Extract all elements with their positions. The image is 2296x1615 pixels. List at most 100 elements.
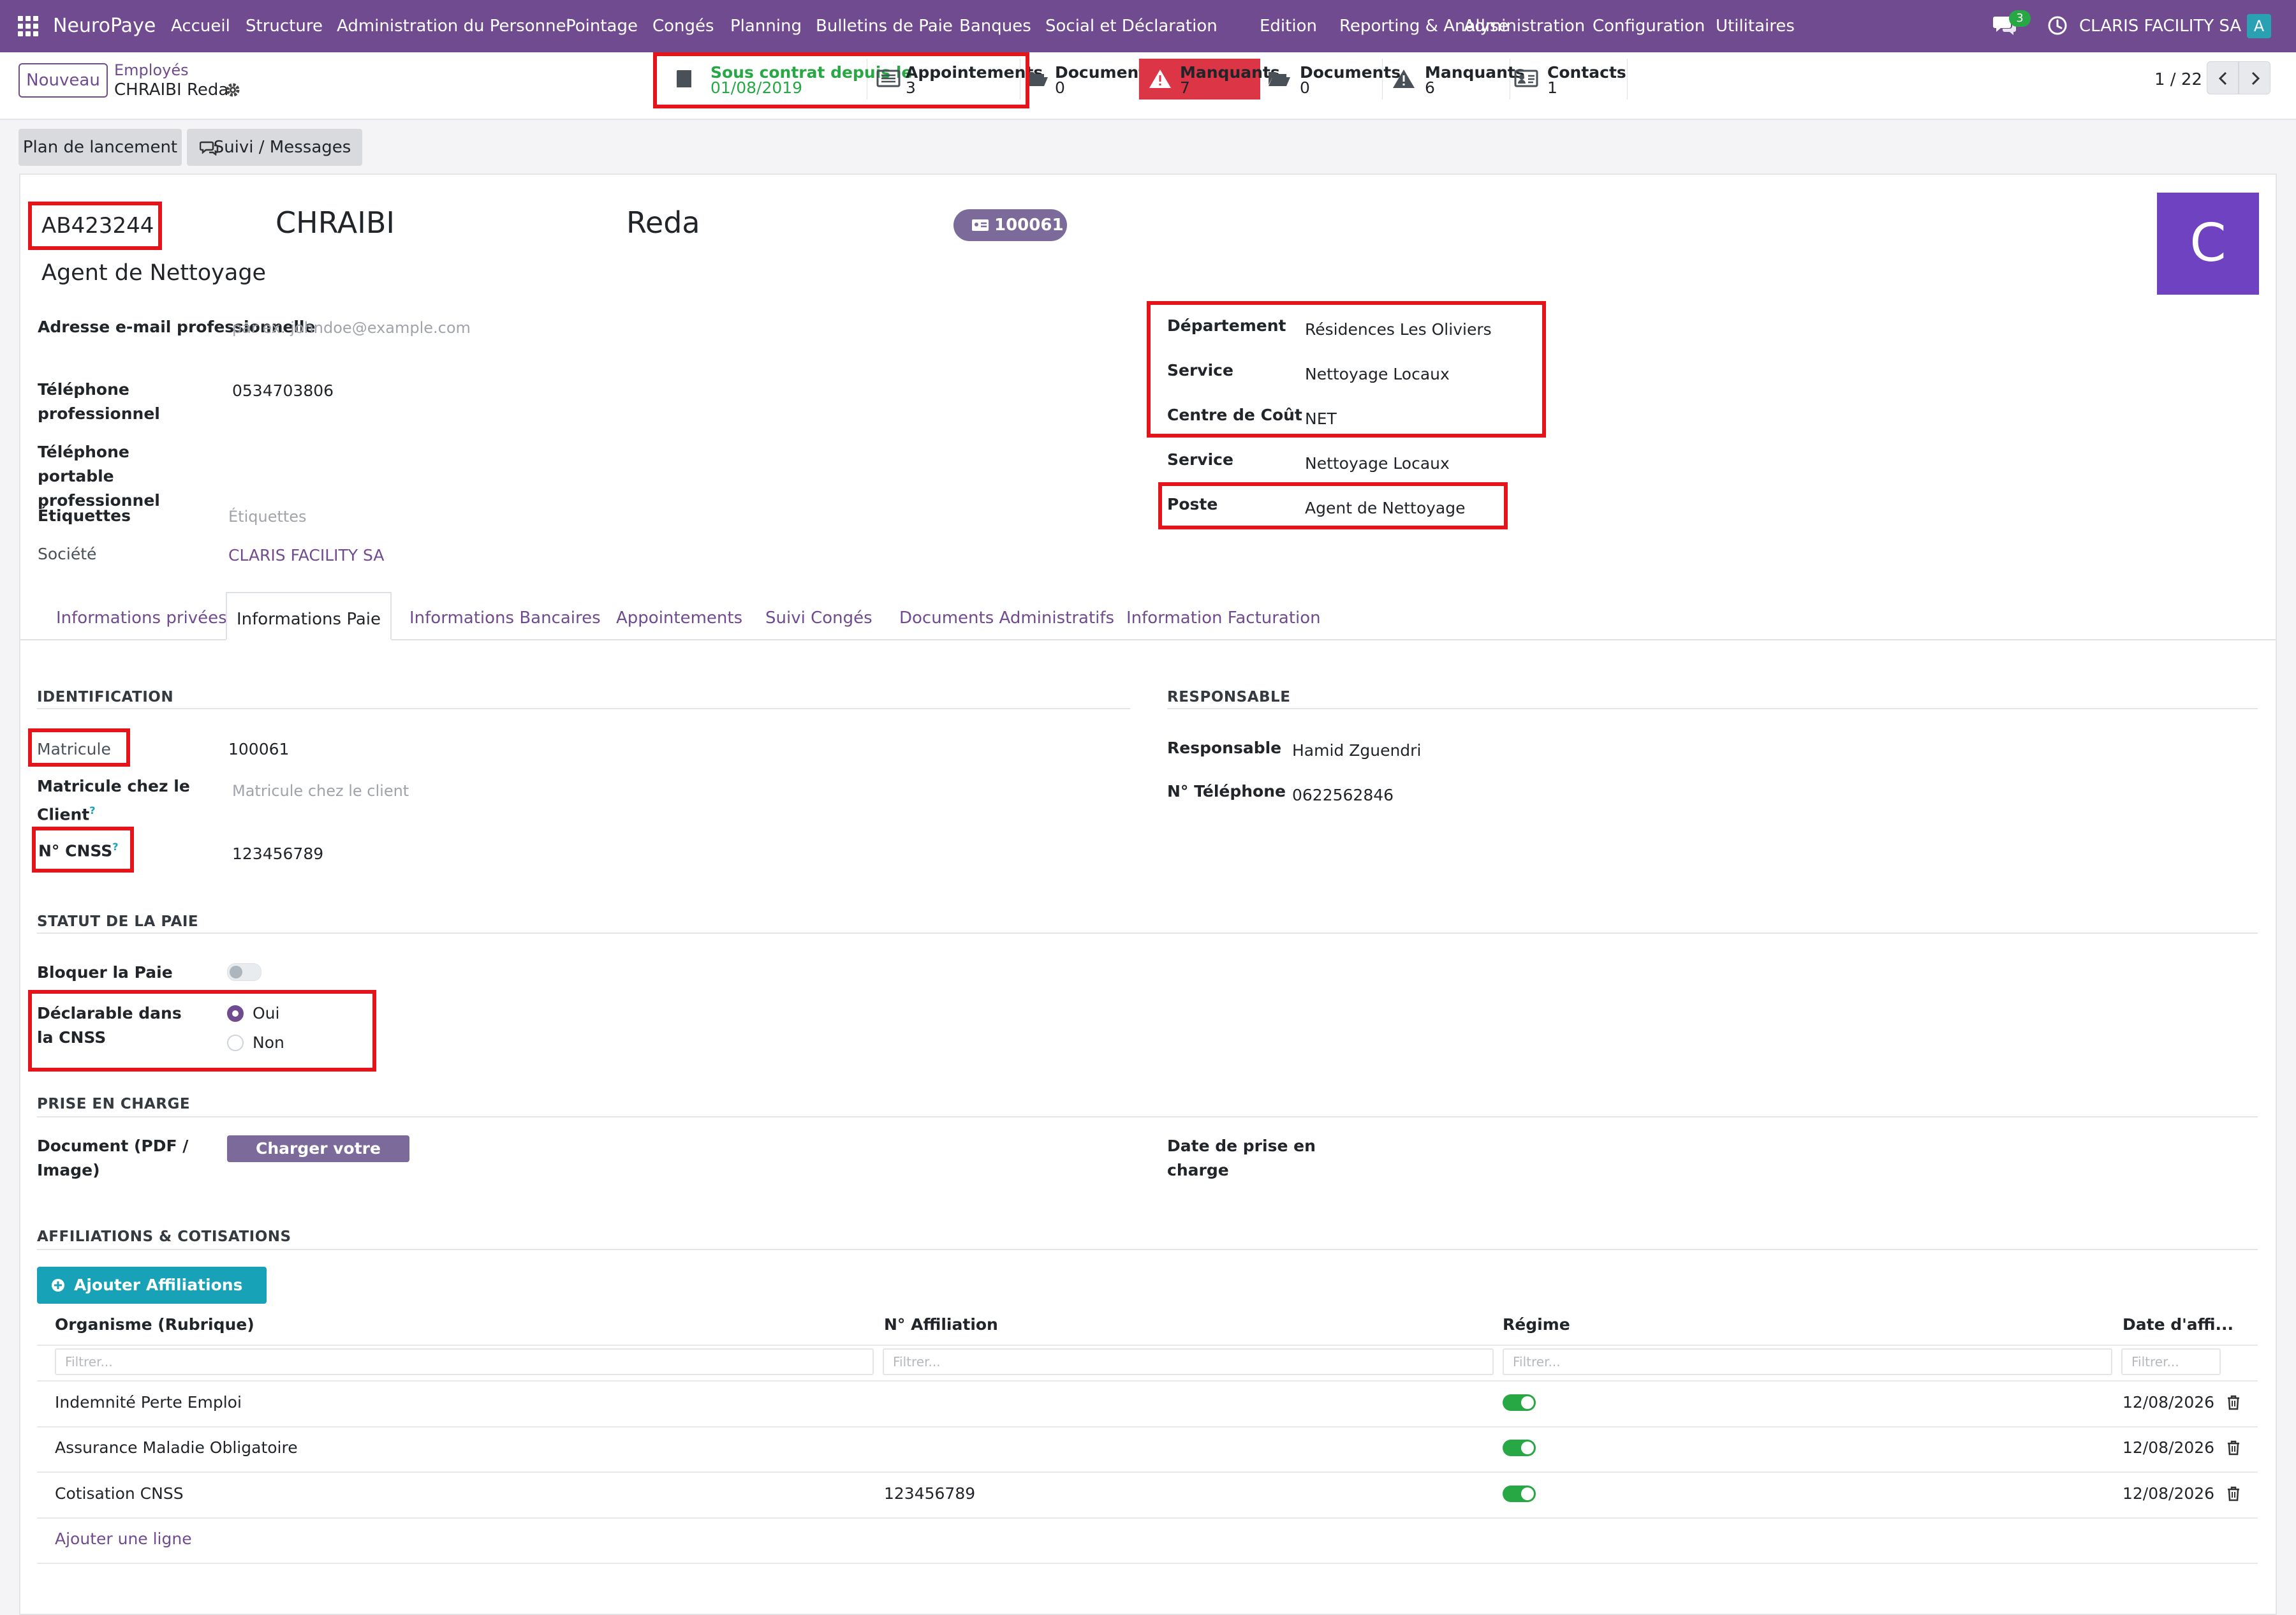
breadcrumb-parent[interactable]: Employés (114, 61, 189, 79)
apps-grid-icon[interactable] (18, 16, 38, 36)
menu-conges[interactable]: Congés (652, 0, 714, 52)
service-field[interactable]: Nettoyage Locaux (1305, 365, 1450, 383)
smart-button-documents[interactable]: Documents 0 (1020, 59, 1156, 100)
filter-date[interactable]: Filtrer... (2121, 1348, 2221, 1375)
section-identification: IDENTIFICATION (37, 689, 174, 705)
gear-icon[interactable] (224, 82, 241, 98)
column-regime[interactable]: Régime (1503, 1315, 1570, 1334)
menu-pointage[interactable]: Pointage (566, 0, 638, 52)
label-service: Service (1167, 361, 1233, 380)
responsable-field[interactable]: Hamid Zguendri (1292, 741, 1421, 760)
radio-non[interactable] (227, 1035, 244, 1051)
user-avatar[interactable]: A (2247, 14, 2271, 38)
regime-toggle[interactable] (1503, 1486, 1536, 1502)
company-field[interactable]: CLARIS FACILITY SA (228, 546, 384, 564)
add-affiliations-auto-button[interactable]: Ajouter Affiliations Auto (37, 1267, 267, 1331)
smart-button-documents-2[interactable]: Documents 0 (1260, 59, 1401, 100)
menu-planning[interactable]: Planning (730, 0, 802, 52)
employee-last-name[interactable]: CHRAIBI (276, 205, 395, 240)
responsable-phone-field[interactable]: 0622562846 (1292, 786, 1394, 804)
column-affiliation[interactable]: N° Affiliation (884, 1315, 998, 1334)
pager-counter[interactable]: 1 / 22 (2154, 70, 2202, 89)
menu-bulletins-de-paie[interactable]: Bulletins de Paie (816, 0, 953, 52)
smart-button-contacts[interactable]: Contacts 1 (1510, 59, 1628, 100)
brand-name[interactable]: NeuroPaye (53, 0, 156, 52)
bloquer-paie-toggle[interactable] (227, 963, 261, 981)
book-icon (676, 70, 691, 87)
matricule-field[interactable]: 100061 (228, 740, 289, 758)
menu-edition[interactable]: Edition (1260, 0, 1317, 52)
radio-oui[interactable] (227, 1005, 244, 1022)
label-centre-cout: Centre de Coût (1167, 406, 1302, 424)
table-row[interactable] (37, 1427, 2258, 1472)
regime-toggle[interactable] (1503, 1394, 1536, 1411)
menu-configuration[interactable]: Configuration (1593, 0, 1705, 52)
help-tooltip-icon[interactable]: ? (112, 841, 118, 853)
smart-button-manquants-alert[interactable]: Manquants 7 (1139, 59, 1280, 100)
row-organisme: Assurance Maladie Obligatoire (55, 1438, 298, 1457)
trash-icon[interactable] (2226, 1486, 2241, 1502)
plan-lancement-button[interactable]: Plan de lancement (18, 129, 182, 166)
filter-regime[interactable]: Filtrer... (1503, 1348, 2112, 1375)
phone-field[interactable]: 0534703806 (232, 381, 334, 400)
menu-administration[interactable]: Administration (1464, 0, 1585, 52)
poste-field[interactable]: Agent de Nettoyage (1305, 499, 1466, 517)
matricule-client-field[interactable]: Matricule chez le client (232, 782, 409, 800)
employee-avatar[interactable]: C (2157, 193, 2259, 295)
departement-field[interactable]: Résidences Les Oliviers (1305, 320, 1492, 339)
menu-administration-personnel[interactable]: Administration du Personnel (337, 0, 571, 52)
add-line-link[interactable]: Ajouter une ligne (55, 1530, 192, 1548)
menu-utilitaires[interactable]: Utilitaires (1716, 0, 1795, 52)
tab-appointements[interactable]: Appointements (616, 592, 742, 640)
help-tooltip-icon[interactable]: ? (89, 804, 95, 816)
menu-banques[interactable]: Banques (959, 0, 1031, 52)
company-switcher[interactable]: CLARIS FACILITY SA (2079, 0, 2241, 52)
label-company: Société (38, 545, 97, 563)
tab-informations-paie[interactable]: Informations Paie (226, 592, 392, 640)
suivi-messages-button[interactable]: Suivi / Messages (187, 129, 362, 166)
tab-suivi-conges[interactable]: Suivi Congés (765, 592, 872, 640)
filter-affiliation[interactable]: Filtrer... (883, 1348, 1494, 1375)
menu-accueil[interactable]: Accueil (171, 0, 230, 52)
tab-informations-bancaires[interactable]: Informations Bancaires (409, 592, 601, 640)
tab-documents-administratifs[interactable]: Documents Administratifs (899, 592, 1114, 640)
menu-structure[interactable]: Structure (246, 0, 323, 52)
pager-previous-button[interactable] (2207, 61, 2239, 94)
tab-informations-privees[interactable]: Informations privées (56, 592, 227, 640)
tab-information-facturation[interactable]: Information Facturation (1126, 592, 1321, 640)
row-date: 12/08/2026 (2123, 1393, 2215, 1412)
tags-field[interactable]: Étiquettes (228, 508, 307, 526)
menu-social-declaration[interactable]: Social et Déclaration (1045, 0, 1218, 52)
manquants-count: 6 (1425, 78, 1435, 97)
label-service-2: Service (1167, 450, 1233, 469)
email-field[interactable]: par ex. johndoe@example.com (232, 319, 471, 337)
chevron-right-icon (2251, 71, 2260, 85)
row-organisme: Indemnité Perte Emploi (55, 1393, 242, 1412)
folder-open-icon (1269, 72, 1290, 86)
row-affiliation: 123456789 (884, 1484, 976, 1503)
trash-icon[interactable] (2226, 1440, 2241, 1456)
smart-button-contract[interactable]: Sous contrat depuis le 01/08/2019 (663, 59, 912, 100)
column-organisme[interactable]: Organisme (Rubrique) (55, 1315, 254, 1334)
service-2-field[interactable]: Nettoyage Locaux (1305, 454, 1450, 473)
documents-2-count: 0 (1300, 78, 1310, 97)
cnss-field[interactable]: 123456789 (232, 844, 323, 863)
smart-button-manquants[interactable]: Manquants 6 (1383, 59, 1525, 100)
filter-organisme[interactable]: Filtrer... (55, 1348, 874, 1375)
smart-button-appointements[interactable]: Appointements 3 (867, 59, 1043, 100)
new-button[interactable]: Nouveau (18, 63, 108, 98)
pager-next-button[interactable] (2239, 61, 2270, 94)
trash-icon[interactable] (2226, 1394, 2241, 1411)
section-statut-paie: STATUT DE LA PAIE (37, 913, 199, 930)
employee-code-field[interactable]: AB423244 (41, 213, 154, 239)
chevron-left-icon (2218, 71, 2227, 85)
centre-cout-field[interactable]: NET (1305, 409, 1337, 428)
table-row[interactable] (37, 1382, 2258, 1426)
table-row[interactable] (37, 1473, 2258, 1517)
column-date-affiliation[interactable]: Date d'affi... (2123, 1315, 2233, 1334)
regime-toggle[interactable] (1503, 1440, 1536, 1456)
employee-job-title[interactable]: Agent de Nettoyage (41, 260, 266, 286)
employee-first-name[interactable]: Reda (626, 205, 700, 240)
clock-icon[interactable] (2047, 15, 2068, 36)
upload-file-button[interactable]: Charger votre fichier (227, 1135, 409, 1184)
